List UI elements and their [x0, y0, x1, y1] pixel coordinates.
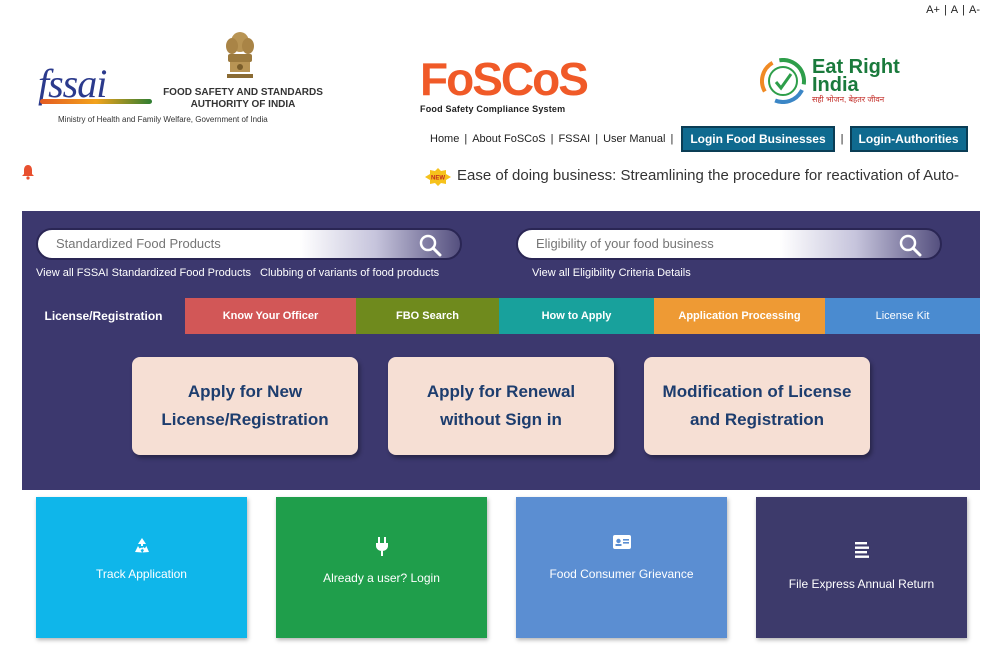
apply-renewal-line1: Apply for Renewal	[426, 382, 576, 401]
bell-icon[interactable]	[21, 164, 35, 180]
nav-fssai[interactable]: FSSAI	[558, 133, 590, 145]
foscos-subtitle: Food Safety Compliance System	[420, 104, 566, 114]
eat-right-plate-icon	[760, 58, 806, 104]
document-lines-icon	[854, 542, 869, 558]
top-navigation: Home | About FoSCoS | FSSAI | User Manua…	[430, 126, 968, 152]
user-login-tile[interactable]: Already a user? Login	[276, 497, 487, 638]
recycle-icon	[134, 538, 149, 553]
new-badge-icon: NEW	[425, 168, 451, 186]
consumer-grievance-label: Food Consumer Grievance	[549, 567, 694, 581]
tab-bar: License/Registration Know Your Officer F…	[22, 298, 980, 334]
font-decrease-button[interactable]: A-	[969, 4, 980, 16]
tab-license-registration[interactable]: License/Registration	[22, 298, 185, 334]
annual-return-label: File Express Annual Return	[788, 577, 935, 591]
tab-application-processing[interactable]: Application Processing	[654, 298, 825, 334]
annual-return-tile[interactable]: File Express Annual Return	[756, 497, 967, 638]
login-authorities-button[interactable]: Login-Authorities	[849, 126, 968, 152]
nav-separator: |	[670, 133, 674, 145]
eligibility-search-input[interactable]	[536, 236, 866, 251]
new-badge-text: NEW	[431, 176, 445, 182]
link-standardized-products[interactable]: View all FSSAI Standardized Food Product…	[36, 267, 251, 279]
nav-home[interactable]: Home	[430, 133, 459, 145]
eri-line2: India	[812, 74, 859, 96]
link-clubbing-variants[interactable]: Clubbing of variants of food products	[260, 267, 439, 279]
eligibility-search-box	[516, 228, 942, 260]
product-search-box	[36, 228, 462, 260]
apply-renewal-button[interactable]: Apply for Renewal without Sign in	[388, 357, 614, 455]
fssai-swoosh	[40, 99, 152, 104]
tab-license-kit[interactable]: License Kit	[825, 298, 980, 334]
main-panel: View all FSSAI Standardized Food Product…	[22, 211, 980, 490]
track-application-tile[interactable]: Track Application	[36, 497, 247, 638]
plug-icon	[375, 537, 388, 556]
search-icon[interactable]	[898, 233, 922, 257]
tab-fbo-search[interactable]: FBO Search	[356, 298, 499, 334]
eat-right-tagline: सही भोजन, बेहतर जीवन	[812, 95, 885, 104]
id-card-icon	[612, 535, 631, 549]
apply-new-license-button[interactable]: Apply for New License/Registration	[132, 357, 358, 455]
modify-license-label: Modification of License and Registration	[663, 378, 852, 434]
modify-line1: Modification of License	[662, 382, 852, 401]
link-eligibility-criteria[interactable]: View all Eligibility Criteria Details	[532, 267, 691, 279]
nav-separator: |	[840, 133, 844, 145]
user-login-label: Already a user? Login	[323, 571, 440, 585]
font-reset-button[interactable]: A	[951, 4, 958, 16]
nav-separator: |	[595, 133, 599, 145]
fssai-ministry-text: Ministry of Health and Family Welfare, G…	[58, 115, 268, 124]
apply-new-line2: License/Registration	[161, 410, 329, 429]
track-application-label: Track Application	[96, 567, 187, 581]
tab-how-to-apply[interactable]: How to Apply	[499, 298, 654, 334]
nav-separator: |	[464, 133, 468, 145]
apply-new-label: Apply for New License/Registration	[161, 378, 328, 434]
apply-new-line1: Apply for New	[187, 382, 303, 401]
search-icon[interactable]	[418, 233, 442, 257]
login-food-businesses-button[interactable]: Login Food Businesses	[681, 126, 835, 152]
national-emblem-icon	[226, 32, 254, 78]
consumer-grievance-tile[interactable]: Food Consumer Grievance	[516, 497, 727, 638]
apply-renewal-line2: without Sign in	[440, 410, 562, 429]
font-increase-button[interactable]: A+	[926, 4, 940, 16]
news-ticker[interactable]: Ease of doing business: Streamlining the…	[457, 167, 980, 184]
product-search-input[interactable]	[56, 236, 386, 251]
nav-user-manual[interactable]: User Manual	[603, 133, 665, 145]
nav-about-foscos[interactable]: About FoSCoS	[472, 133, 545, 145]
tab-know-your-officer[interactable]: Know Your Officer	[185, 298, 356, 334]
fssai-name-line1: FOOD SAFETY AND STANDARDS	[163, 87, 323, 98]
nav-separator: |	[550, 133, 554, 145]
foscos-logo[interactable]: FoSCoS Food Safety Compliance System	[420, 53, 589, 114]
modify-line2: and Registration	[689, 410, 825, 429]
fssai-logo[interactable]: fssai	[30, 55, 170, 115]
apply-renewal-label: Apply for Renewal without Sign in	[427, 378, 575, 434]
font-size-controls: A+ | A | A-	[926, 4, 980, 16]
fssai-name-line2: AUTHORITY OF INDIA	[190, 99, 296, 110]
modify-license-button[interactable]: Modification of License and Registration	[644, 357, 870, 455]
eat-right-text: Eat Right India	[812, 57, 900, 96]
fssai-authority-name: FOOD SAFETY AND STANDARDS AUTHORITY OF I…	[158, 87, 328, 111]
foscos-title: FoSCoS	[420, 53, 589, 105]
